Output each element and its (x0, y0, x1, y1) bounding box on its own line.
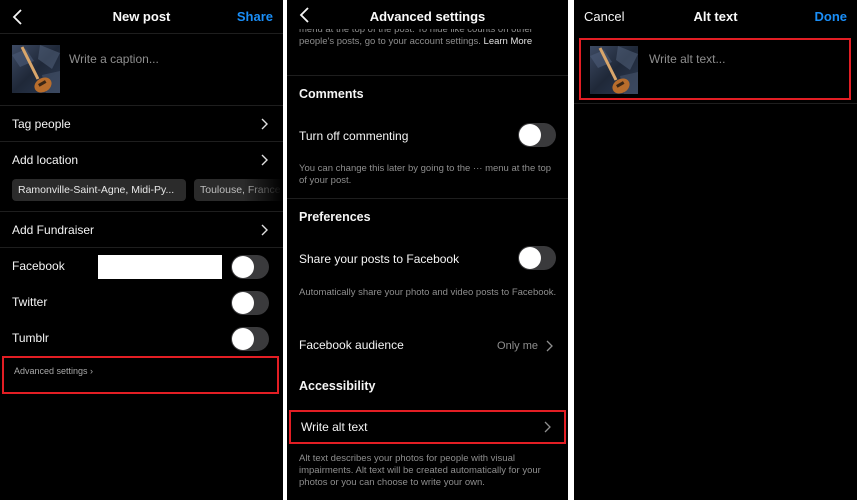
chevron-right-icon (261, 154, 268, 166)
post-thumbnail (590, 46, 638, 94)
write-alt-text-row[interactable]: Write alt text (289, 410, 566, 444)
facebook-audience-row[interactable]: Facebook audience Only me (287, 330, 568, 360)
page-title: Advanced settings (369, 9, 486, 24)
share-to-facebook-label: Share your posts to Facebook (299, 252, 460, 266)
chevron-right-icon (261, 118, 268, 130)
divider (574, 103, 857, 104)
facebook-toggle[interactable] (231, 255, 269, 279)
toggle-knob (519, 124, 541, 146)
preferences-heading: Preferences (299, 210, 371, 224)
add-fundraiser-label: Add Fundraiser (12, 223, 95, 237)
add-location-row[interactable]: Add location (0, 142, 283, 178)
toggle-knob (232, 256, 254, 278)
share-button[interactable]: Share (237, 9, 273, 24)
commenting-note: You can change this later by going to th… (299, 163, 552, 186)
tag-people-row[interactable]: Tag people (0, 106, 283, 142)
twitter-label: Twitter (12, 295, 48, 309)
share-tumblr-row: Tumblr (0, 320, 283, 356)
chips-fade (243, 178, 283, 211)
guitar-photo-icon (590, 46, 638, 94)
alt-text-screen: Cancel Alt text Done (574, 0, 857, 500)
advanced-settings-screen: menu at the top of the post. To hide lik… (287, 0, 568, 500)
facebook-audience-value: Only me (497, 340, 538, 352)
alt-text-row (579, 38, 851, 100)
tumblr-toggle[interactable] (231, 327, 269, 351)
toggle-knob (232, 328, 254, 350)
twitter-toggle[interactable] (231, 291, 269, 315)
facebook-audience-label: Facebook audience (299, 338, 404, 352)
learn-more-link[interactable]: Learn More (484, 36, 533, 47)
facebook-account-field[interactable] (98, 255, 222, 279)
caption-input[interactable] (69, 52, 269, 66)
turn-off-commenting-label: Turn off commenting (299, 129, 409, 143)
alt-text-navbar: Cancel Alt text Done (574, 0, 857, 34)
alt-text-input[interactable] (649, 52, 839, 66)
share-facebook-row: Facebook (0, 248, 283, 284)
location-chip[interactable]: Ramonville-Saint-Agne, Midi-Py... (12, 179, 186, 201)
divider (287, 75, 568, 76)
facebook-label: Facebook (12, 259, 65, 273)
tumblr-label: Tumblr (12, 331, 49, 345)
alt-text-note: Alt text describes your photos for peopl… (299, 453, 541, 488)
share-twitter-row: Twitter (0, 284, 283, 320)
share-to-facebook-toggle[interactable] (518, 246, 556, 270)
done-button[interactable]: Done (815, 9, 848, 24)
advanced-settings-text: Advanced settings (14, 366, 88, 376)
advanced-settings-link[interactable]: Advanced settings › (2, 356, 279, 394)
add-fundraiser-row[interactable]: Add Fundraiser (0, 212, 283, 248)
toggle-knob (519, 247, 541, 269)
advanced-settings-navbar: Advanced settings (287, 0, 568, 29)
turn-off-commenting-toggle[interactable] (518, 123, 556, 147)
post-thumbnail (12, 45, 60, 93)
chevron-right-icon (261, 224, 268, 236)
accessibility-heading: Accessibility (299, 379, 376, 393)
caption-row (0, 34, 283, 106)
comments-heading: Comments (299, 87, 364, 101)
toggle-knob (232, 292, 254, 314)
share-to-facebook-note: Automatically share your photo and video… (299, 287, 557, 298)
chevron-right-icon (546, 340, 553, 352)
divider (287, 198, 568, 199)
guitar-photo-icon (12, 45, 60, 93)
add-location-label: Add location (12, 153, 79, 167)
advanced-settings-label: Advanced settings › (14, 366, 94, 376)
chevron-right-icon (544, 421, 551, 433)
new-post-navbar: New post Share (0, 0, 283, 34)
tag-people-label: Tag people (12, 117, 71, 131)
new-post-screen: New post Share Tag people Add location R… (0, 0, 283, 500)
location-suggestions: Ramonville-Saint-Agne, Midi-Py... Toulou… (0, 178, 283, 212)
write-alt-text-label: Write alt text (301, 420, 368, 434)
